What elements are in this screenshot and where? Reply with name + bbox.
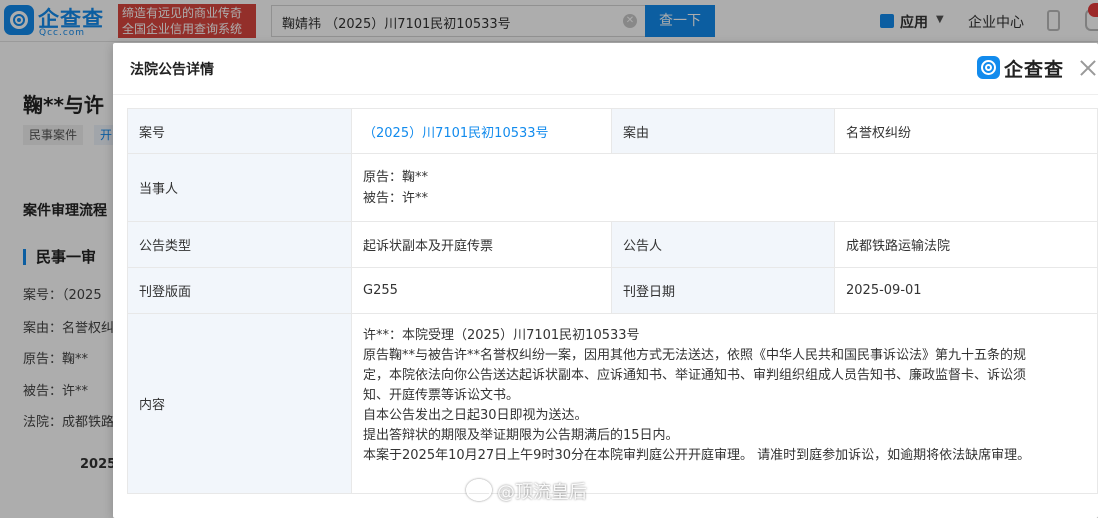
publish-date-label: 刊登日期 [611,267,835,314]
layout-label: 刊登版面 [127,267,352,314]
content-value: 许**：本院受理（2025）川7101民初10533号 原告鞠**与被告许**名… [351,313,1098,494]
table-row: 案号 （2025）川7101民初10533号 案由 名誉权纠纷 [127,108,1098,154]
table-row: 公告类型 起诉状副本及开庭传票 公告人 成都铁路运输法院 [127,221,1098,268]
weibo-logo-icon [466,479,492,501]
cause-value: 名誉权纠纷 [834,108,1098,154]
plaintiff-text: 原告：鞠** [363,169,429,185]
notice-type-value: 起诉状副本及开庭传票 [351,221,612,268]
content-line: 原告鞠**与被告许**名誉权纠纷一案，因用其他方式无法送达，依照《中华人民共和国… [363,348,1027,363]
cause-label: 案由 [611,108,835,154]
content-line: 知、开庭传票等诉讼文书。 [363,388,520,403]
case-no-link[interactable]: （2025）川7101民初10533号 [363,126,549,141]
notice-detail-table: 案号 （2025）川7101民初10533号 案由 名誉权纠纷 当事人 原告：鞠… [127,108,1098,494]
case-no-label: 案号 [127,108,352,154]
parties-value: 原告：鞠** 被告：许** [351,153,1098,222]
defendant-text: 被告：许** [363,190,429,206]
watermark-text: @顶流皇后 [497,482,587,503]
content-label: 内容 [127,313,352,494]
case-no-value: （2025）川7101民初10533号 [351,108,612,154]
publish-date-value: 2025-09-01 [834,267,1098,314]
court-notice-modal: 法院公告详情 企查查 案号 （2025）川7101民初10533号 案由 名誉权… [113,43,1098,518]
announcer-label: 公告人 [611,221,835,268]
content-line: 定，本院依法向你公告送达起诉状副本、应诉通知书、举证通知书、审判组织组成人员告知… [363,368,1027,383]
content-line: 许**：本院受理（2025）川7101民初10533号 [363,328,640,343]
modal-title: 法院公告详情 [130,62,214,78]
table-row: 内容 许**：本院受理（2025）川7101民初10533号 原告鞠**与被告许… [127,313,1098,494]
modal-logo-name: 企查查 [1004,59,1065,81]
content-line: 自本公告发出之日起30日即视为送达。 [363,408,588,423]
close-icon[interactable] [1079,57,1097,79]
layout-value: G255 [351,267,612,314]
qcc-logo-icon [977,56,1000,79]
announcer-value: 成都铁路运输法院 [834,221,1098,268]
content-line: 本案于2025年10月27日上午9时30分在本院审判庭公开开庭审理。 请准时到庭… [363,448,1031,463]
modal-header: 法院公告详情 企查查 [113,43,1098,95]
parties-label: 当事人 [127,153,352,222]
content-line: 提出答辩状的期限及举证期限为公告期满后的15日内。 [363,428,679,443]
notice-type-label: 公告类型 [127,221,352,268]
table-row: 当事人 原告：鞠** 被告：许** [127,153,1098,222]
table-row: 刊登版面 G255 刊登日期 2025-09-01 [127,267,1098,314]
